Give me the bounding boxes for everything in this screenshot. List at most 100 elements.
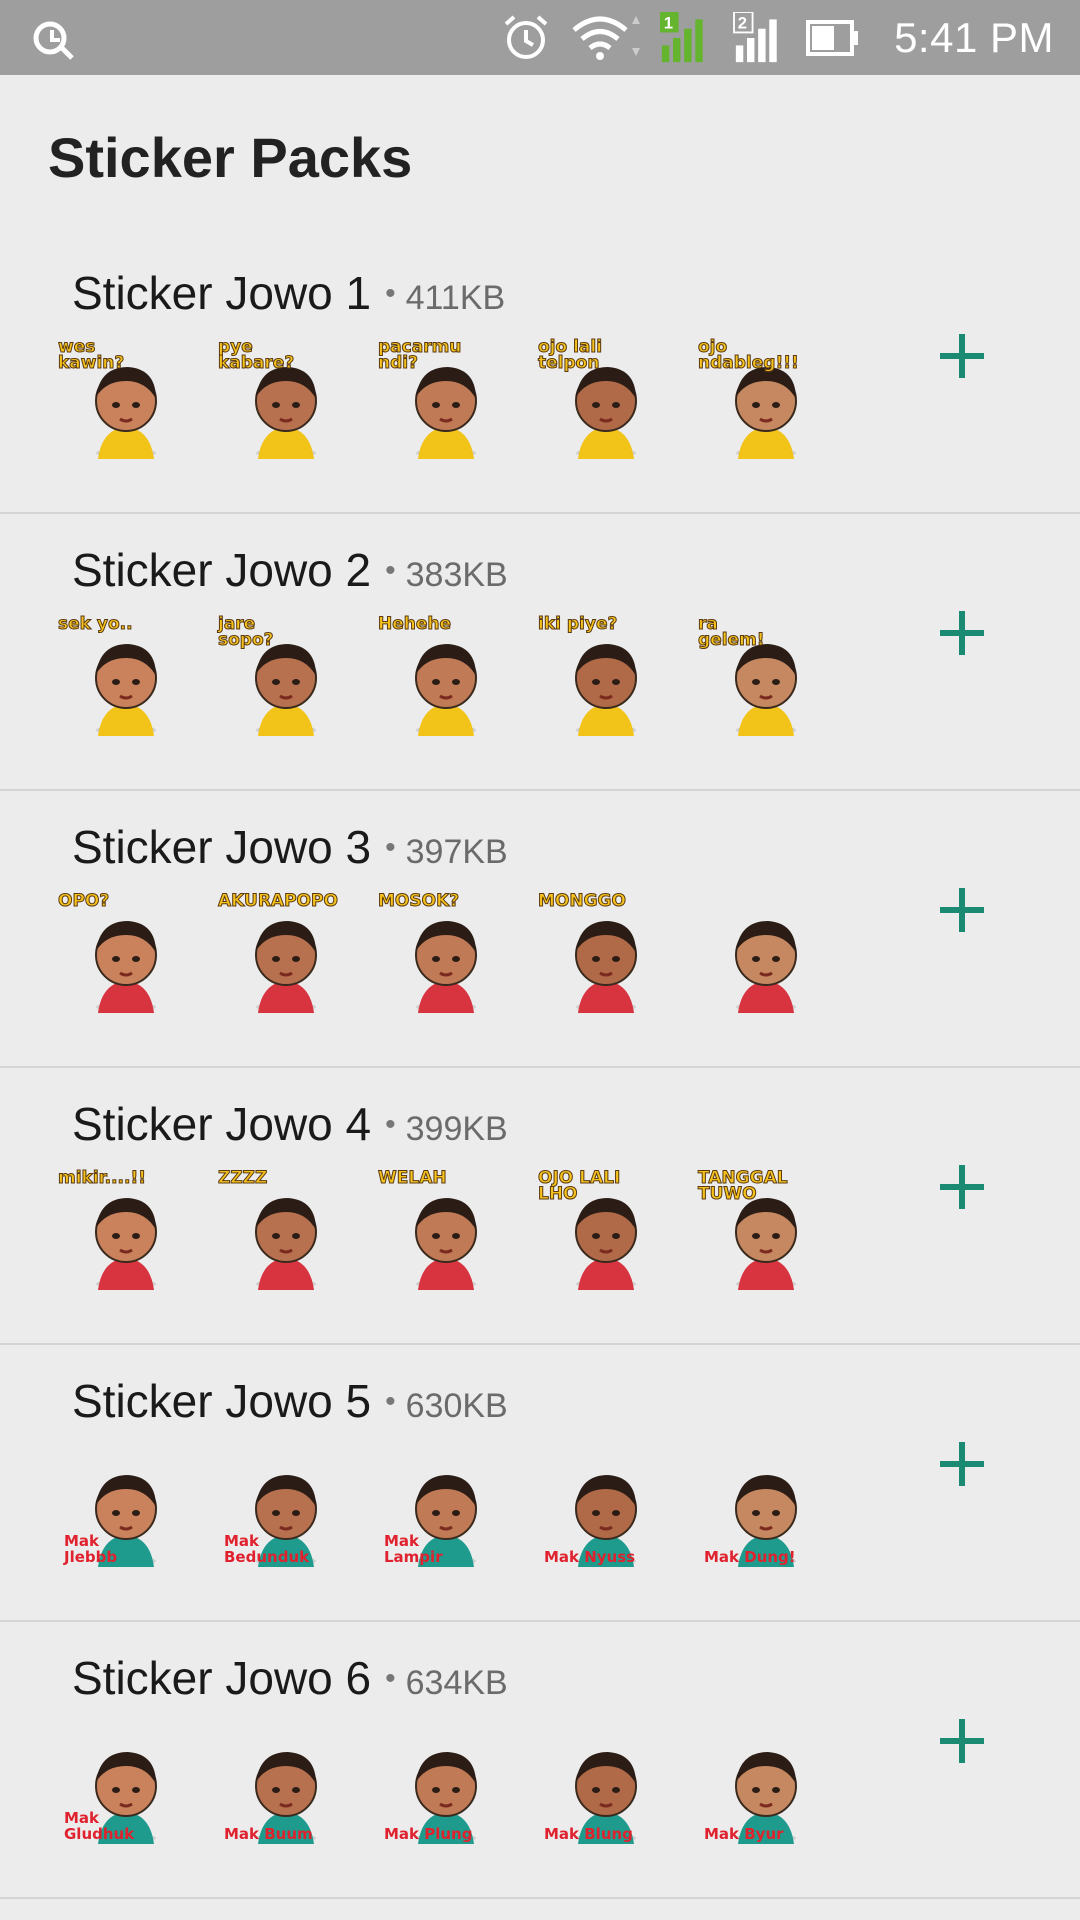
pack-name: Sticker Jowo 6 (72, 1652, 372, 1704)
sticker-pack-row[interactable]: Sticker Jowo 2 • 383KB sek yo.. jare sopo? (0, 515, 1080, 791)
sticker-thumbnail: Mak Gludhuk (62, 1726, 180, 1844)
sticker-caption: OJO LALI LHO (538, 1168, 621, 1204)
sticker-caption: OPO? (57, 891, 110, 911)
sticker-thumbnail: ojo ndableg!!! (698, 338, 820, 459)
svg-text:1: 1 (664, 13, 673, 32)
sticker-caption: pacarmu ndi? (378, 337, 462, 373)
sticker-thumbnail: MONGGO (538, 892, 660, 1013)
sticker-character-icon (255, 1198, 317, 1290)
sticker-preview-strip: mikir....!! ZZZZ WELAH OJO LALI LHO TANG… (58, 1169, 820, 1290)
sticker-preview-strip: Mak Jlebbb Mak Bedunduk Mak Lampir Mak N… (62, 1449, 820, 1567)
alarm-icon (504, 14, 548, 59)
sticker-thumbnail: OPO? (57, 892, 180, 1013)
sticker-thumbnail: pacarmu ndi? (378, 338, 500, 459)
sticker-pack-row[interactable]: Sticker Jowo 4 • 399KB mikir....!! ZZZZ (0, 1069, 1080, 1345)
app-sync-icon (33, 21, 74, 60)
sticker-thumbnail: OJO LALI LHO (538, 1169, 660, 1290)
pack-header: Sticker Jowo 5 • 630KB (72, 1374, 508, 1428)
sticker-thumbnail (702, 895, 820, 1013)
status-icons: 1 2 5:41 PM (500, 0, 1054, 75)
sticker-thumbnail: Mak Blung (542, 1726, 660, 1844)
signal-sim1-icon: 1 (660, 11, 703, 62)
sticker-pack-row[interactable]: Sticker Jowo 6 • 634KB Mak Gludhuk Mak Buu… (0, 1623, 1080, 1899)
pack-size: 630KB (405, 1387, 508, 1425)
sticker-thumbnail: Mak Lampir (382, 1449, 500, 1567)
sticker-thumbnail: Mak Byur (702, 1726, 820, 1844)
sticker-thumbnail: wes kawin? (58, 338, 180, 459)
sticker-preview-strip: Mak Gludhuk Mak Buum Mak Plung Mak Blung… (62, 1726, 820, 1844)
sticker-thumbnail: AKURAPOPO (218, 892, 340, 1013)
sticker-pack-row[interactable]: Sticker Jowo 3 • 397KB OPO? AKURAPOPO MO… (0, 792, 1080, 1068)
sticker-caption: iki piye? (537, 614, 618, 634)
sticker-character-icon (415, 921, 477, 1013)
sticker-caption: AKURAPOPO (218, 891, 339, 911)
sticker-pack-row[interactable]: Sticker Jowo 1 • 411KB wes kawin? pye kaba… (0, 238, 1080, 514)
sticker-caption: ojo ndableg!!! (698, 337, 800, 373)
sticker-caption: wes kawin? (58, 337, 125, 373)
page-title: Sticker Packs (48, 126, 413, 189)
dot-separator: • (385, 1385, 396, 1418)
dot-separator: • (385, 1108, 396, 1141)
sticker-thumbnail: pye kabare? (218, 338, 340, 459)
sticker-thumbnail: jare sopo? (218, 615, 340, 736)
signal-sim2-icon: 2 (733, 11, 777, 62)
sticker-thumbnail: Mak Dung! (702, 1449, 820, 1567)
sticker-thumbnail: Mak Nyuss (542, 1449, 660, 1567)
sticker-thumbnail: mikir....!! (58, 1169, 180, 1290)
dot-separator: • (385, 1662, 396, 1695)
sticker-thumbnail: TANGGAL TUWO (698, 1169, 820, 1290)
dot-separator: • (385, 831, 396, 864)
sticker-caption: Mak Buum (224, 1825, 313, 1843)
sticker-character-icon (95, 1198, 157, 1290)
sticker-caption: TANGGAL TUWO (698, 1168, 789, 1204)
sticker-character-icon (415, 644, 477, 736)
pack-size: 399KB (405, 1110, 508, 1148)
sticker-caption: ojo lali telpon (538, 337, 603, 373)
pack-size: 383KB (405, 556, 508, 594)
pack-name: Sticker Jowo 5 (72, 1375, 372, 1427)
pack-size: 634KB (405, 1664, 508, 1702)
sticker-caption: WELAH (378, 1168, 448, 1188)
sticker-caption: MOSOK? (377, 891, 460, 911)
sticker-thumbnail: ra gelem! (698, 615, 820, 736)
add-pack-button[interactable] (934, 1159, 990, 1215)
add-pack-button[interactable] (934, 882, 990, 938)
sticker-caption: ra gelem! (698, 614, 766, 650)
sticker-thumbnail: Mak Jlebbb (62, 1449, 180, 1567)
wifi-icon (572, 15, 641, 60)
pack-size: 397KB (405, 833, 508, 871)
add-pack-button[interactable] (934, 605, 990, 661)
sticker-preview-strip: wes kawin? pye kabare? pacarmu ndi? ojo … (58, 338, 820, 459)
pack-header: Sticker Jowo 2 • 383KB (72, 543, 508, 597)
pack-header: Sticker Jowo 3 • 397KB (72, 820, 508, 874)
sticker-thumbnail: ZZZZ (217, 1169, 340, 1290)
sticker-thumbnail: MOSOK? (377, 892, 500, 1013)
pack-name: Sticker Jowo 4 (72, 1098, 372, 1150)
sticker-thumbnail: ojo lali telpon (538, 338, 660, 459)
sticker-character-icon (95, 644, 157, 736)
sticker-thumbnail: Mak Plung (382, 1726, 500, 1844)
sticker-caption: Hehehe (377, 614, 452, 634)
sticker-thumbnail: Hehehe (377, 615, 500, 736)
add-pack-button[interactable] (934, 1713, 990, 1769)
sticker-character-icon (95, 921, 157, 1013)
sticker-thumbnail: sek yo.. (58, 615, 180, 736)
sticker-character-icon (255, 921, 317, 1013)
sticker-pack-row[interactable]: Sticker Jowo 5 • 630KB Mak Jlebbb Mak Bedu… (0, 1346, 1080, 1622)
sticker-caption: MONGGO (538, 891, 627, 911)
add-pack-button[interactable] (934, 1436, 990, 1492)
dot-separator: • (385, 277, 396, 310)
pack-name: Sticker Jowo 3 (72, 821, 372, 873)
sticker-character-icon (575, 644, 637, 736)
sticker-caption: pye kabare? (218, 337, 295, 373)
sticker-thumbnail: WELAH (378, 1169, 500, 1290)
status-bar: 1 2 5:41 PM (0, 0, 1080, 75)
sticker-character-icon (575, 921, 637, 1013)
sticker-caption: Mak Lampir (384, 1532, 443, 1566)
sticker-caption: Mak Gludhuk (64, 1809, 135, 1843)
pack-header: Sticker Jowo 6 • 634KB (72, 1651, 508, 1705)
sticker-caption: Mak Dung! (704, 1548, 796, 1566)
svg-text:2: 2 (738, 13, 747, 32)
status-time: 5:41 PM (894, 13, 1054, 61)
add-pack-button[interactable] (934, 328, 990, 384)
